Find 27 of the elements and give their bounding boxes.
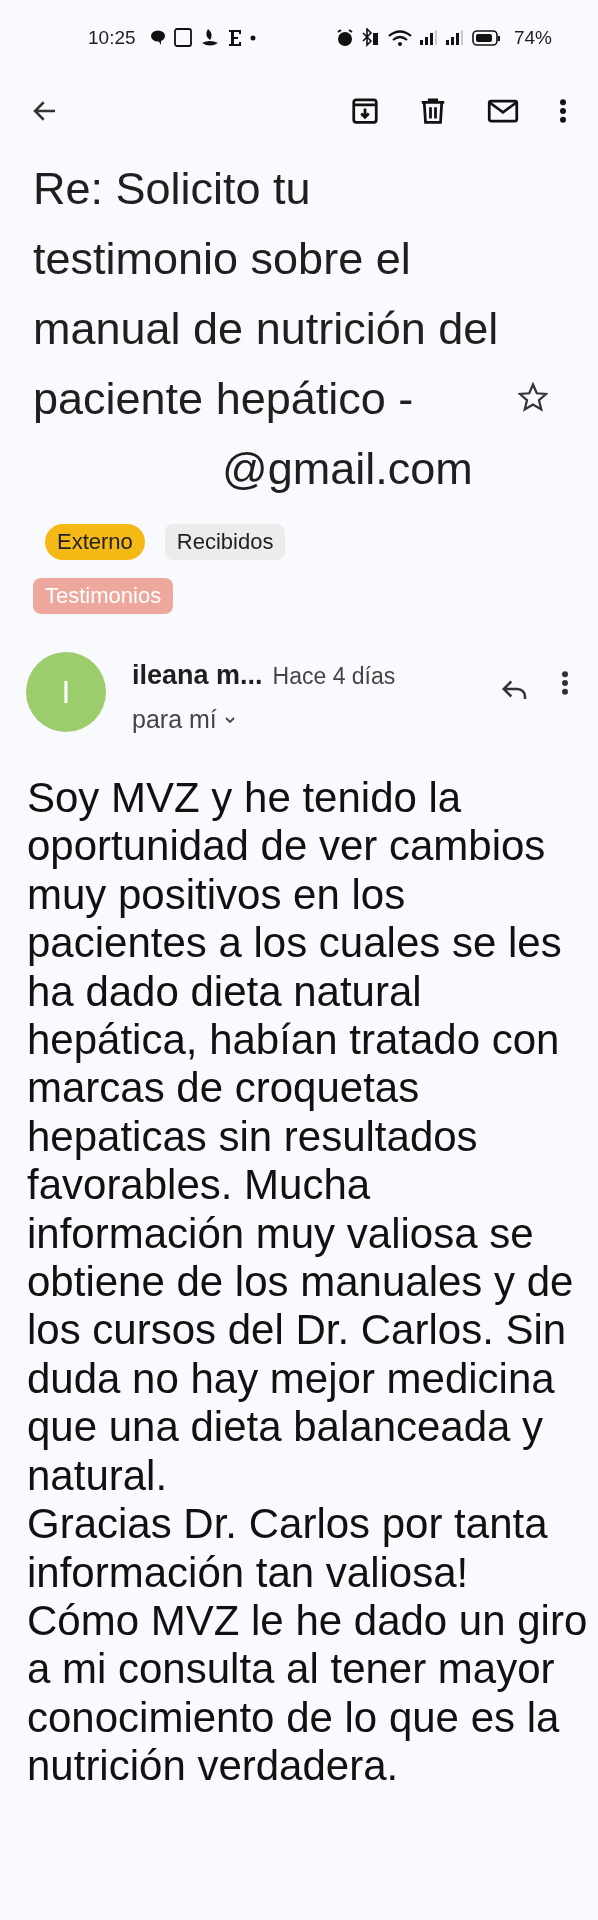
message-paragraph: Soy MVZ y he tenido la oportunidad de ver cambios muy positivos en los pacientes a los cuales se les ha dado dieta natural hepática, habían tratado con marcas de croquetas hepaticas sin resultados favorables. Mucha información muy valiosa se obtiene de los manuales y de los cursos del Dr. Carlos. Sin duda no hay mejor medicina que una dieta balanceada y natural. bbox=[27, 774, 575, 1501]
message-paragraph: Cómo MVZ le he dado un giro a mi consulta al tener mayor conocimiento de lo que es la nutrición verdadera. bbox=[27, 1596, 589, 1791]
message-paragraph: Gracias Dr. Carlos por tanta información tan valiosa! bbox=[27, 1500, 549, 1597]
alarm-icon bbox=[335, 29, 354, 47]
calendar-icon bbox=[173, 28, 192, 48]
email-subject: Re: Solicito tu testimonio sobre el manual de nutrición del paciente hepático - bbox=[33, 163, 499, 424]
chevron-down-icon bbox=[222, 714, 237, 725]
archive-icon[interactable] bbox=[350, 96, 380, 126]
label-tag[interactable]: Externo bbox=[45, 524, 145, 561]
more-options-icon[interactable] bbox=[560, 668, 570, 698]
battery-percentage: 74% bbox=[513, 27, 552, 49]
battery-icon bbox=[471, 30, 500, 46]
newspaper-icon bbox=[227, 29, 242, 47]
wifi-icon bbox=[387, 29, 412, 47]
message-time: Hace 4 días bbox=[272, 663, 396, 689]
sender-name: ileana m... bbox=[132, 660, 263, 690]
email-address-tail: @gmail.com bbox=[222, 443, 473, 494]
star-icon[interactable] bbox=[518, 382, 548, 412]
signal-icon bbox=[419, 30, 438, 46]
status-time: 10:25 bbox=[88, 27, 136, 49]
recipient-toggle[interactable]: para mí bbox=[132, 705, 237, 734]
more-options-icon[interactable] bbox=[558, 96, 568, 126]
signal-icon bbox=[445, 30, 464, 46]
label-tag[interactable]: Recibidos bbox=[164, 524, 286, 561]
more-notifications-icon bbox=[249, 35, 256, 41]
bluetooth-icon bbox=[361, 28, 380, 48]
avatar: I bbox=[26, 652, 106, 732]
